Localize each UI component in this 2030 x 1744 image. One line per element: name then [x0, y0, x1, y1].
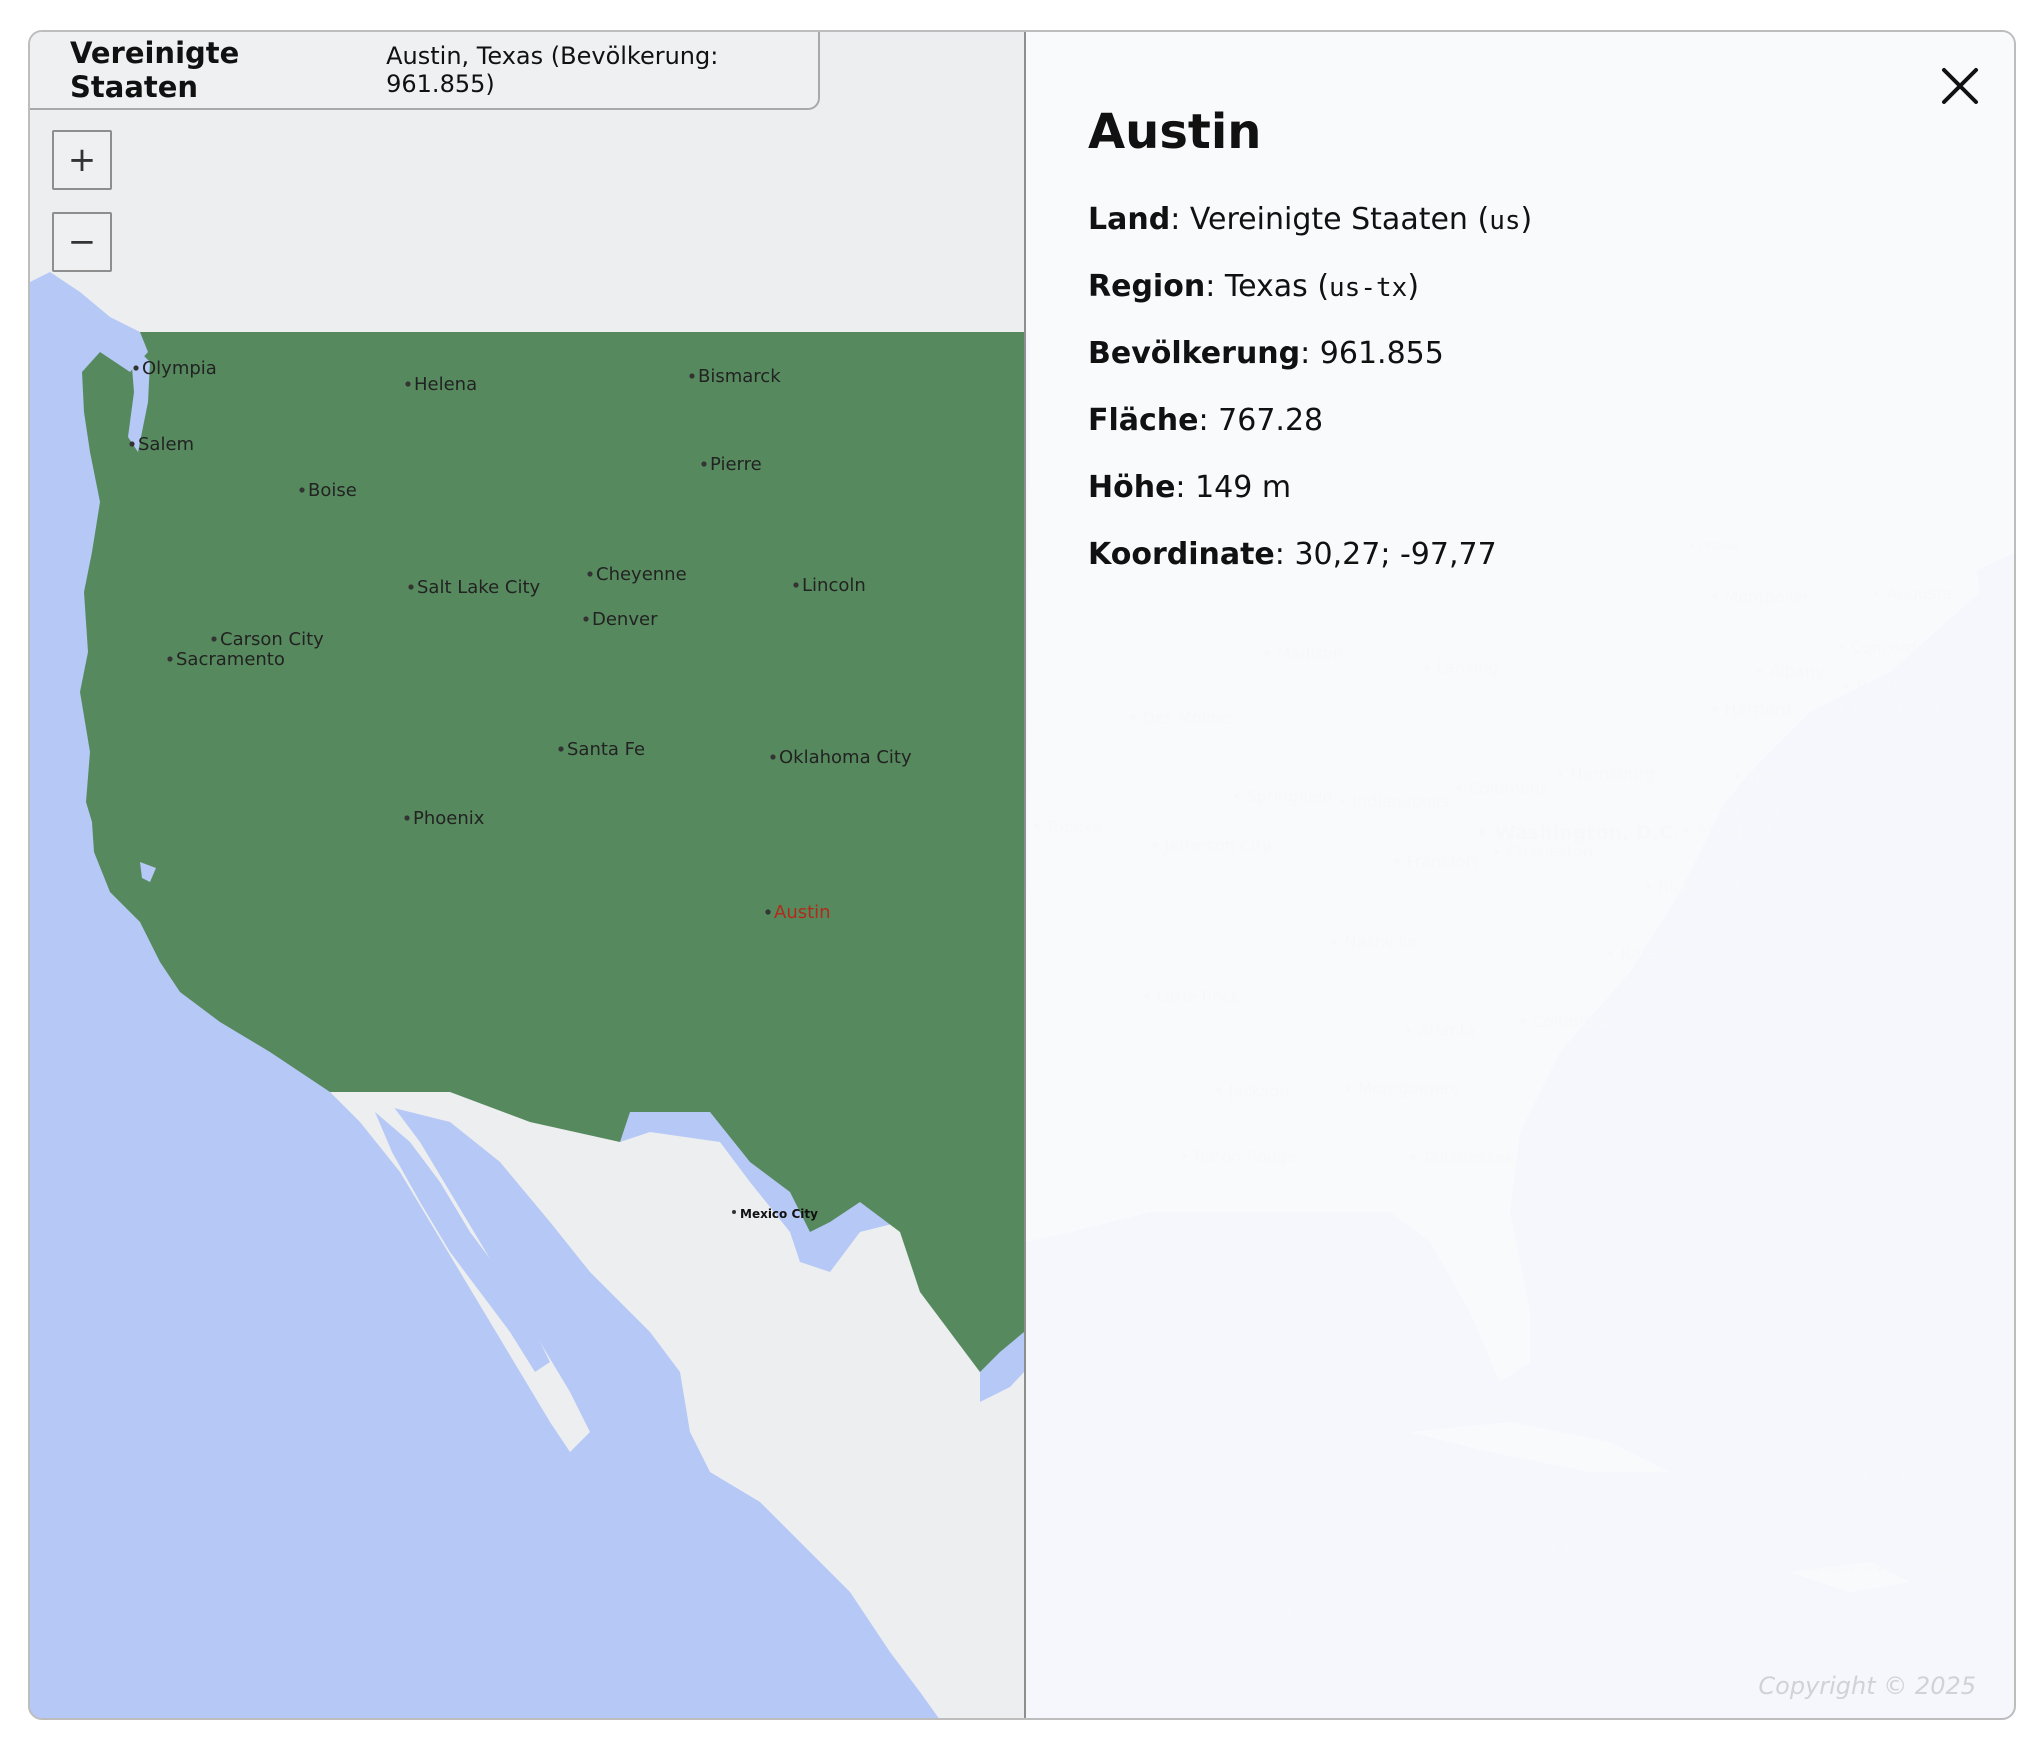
city-dot-lincoln[interactable]	[793, 582, 799, 588]
city-label-lincoln[interactable]: Lincoln	[802, 575, 866, 596]
city-dot-salt-lake-city[interactable]	[408, 584, 414, 590]
city-label-carson-city[interactable]: Carson City	[220, 629, 324, 650]
map-title-bar: Vereinigte Staaten Austin, Texas (Bevölk…	[30, 32, 820, 110]
info-region-label: Region	[1088, 269, 1206, 304]
info-area-label: Fläche	[1088, 403, 1199, 438]
city-dot-mexico-city[interactable]	[732, 1210, 736, 1214]
city-label-phoenix[interactable]: Phoenix	[413, 808, 485, 829]
city-dot-helena[interactable]	[405, 381, 411, 387]
city-label-helena[interactable]: Helena	[414, 374, 477, 395]
city-label-pierre[interactable]: Pierre	[710, 454, 762, 475]
info-coordinate-value: 30,27; -97,77	[1294, 537, 1497, 572]
info-coordinate-row: Koordinate: 30,27; -97,77	[1088, 537, 1497, 572]
info-elevation-value: 149 m	[1195, 470, 1292, 505]
city-dot-sacramento[interactable]	[167, 656, 173, 662]
city-heading: Austin	[1088, 104, 1262, 160]
info-population-row: Bevölkerung: 961.855	[1088, 336, 1444, 371]
close-icon[interactable]	[1936, 62, 1984, 110]
city-dot-denver[interactable]	[583, 616, 589, 622]
city-label-oklahoma-city[interactable]: Oklahoma City	[779, 747, 912, 768]
city-label-boise[interactable]: Boise	[308, 480, 357, 501]
info-region-row: Region: Texas (us-tx)	[1088, 269, 1420, 304]
city-label-cheyenne[interactable]: Cheyenne	[596, 564, 687, 585]
city-dot-oklahoma-city[interactable]	[770, 754, 776, 760]
city-label-santa-fe[interactable]: Santa Fe	[567, 739, 645, 760]
info-population-label: Bevölkerung	[1088, 336, 1301, 371]
city-dot-austin[interactable]	[765, 909, 771, 915]
info-country-value: Vereinigte Staaten	[1189, 202, 1468, 237]
info-area-row: Fläche: 767.28	[1088, 403, 1324, 438]
city-dot-phoenix[interactable]	[404, 815, 410, 821]
city-info-panel: Austin Land: Vereinigte Staaten (us) Reg…	[1024, 32, 2014, 1718]
copyright-notice: Copyright © 2025	[1758, 1672, 1976, 1700]
zoom-out-button[interactable]: −	[52, 212, 112, 272]
city-label-denver[interactable]: Denver	[592, 609, 658, 630]
city-dot-salem[interactable]	[129, 441, 135, 447]
city-label-salt-lake-city[interactable]: Salt Lake City	[417, 577, 541, 598]
info-country-code: us	[1489, 206, 1521, 236]
info-country-label: Land	[1088, 202, 1171, 237]
city-dot-pierre[interactable]	[701, 461, 707, 467]
city-label-olympia[interactable]: Olympia	[142, 358, 217, 379]
info-country-row: Land: Vereinigte Staaten (us)	[1088, 202, 1533, 237]
info-region-code: us-tx	[1329, 273, 1408, 303]
city-dot-bismarck[interactable]	[689, 373, 695, 379]
info-elevation-label: Höhe	[1088, 470, 1176, 505]
city-label-salem[interactable]: Salem	[138, 434, 194, 455]
city-label-mexico-city[interactable]: Mexico City	[740, 1207, 818, 1221]
selected-city-subtitle: Austin, Texas (Bevölkerung: 961.855)	[386, 42, 719, 98]
city-dot-santa-fe[interactable]	[558, 746, 564, 752]
map-widget: Olympia Helena Bismarck Salem Pierre Boise Che…	[28, 30, 2016, 1720]
city-label-bismarck[interactable]: Bismarck	[698, 366, 781, 387]
city-dot-cheyenne[interactable]	[587, 571, 593, 577]
city-dot-carson-city[interactable]	[211, 636, 217, 642]
info-region-value: Texas	[1224, 269, 1308, 304]
city-dot-boise[interactable]	[299, 487, 305, 493]
info-elevation-row: Höhe: 149 m	[1088, 470, 1292, 505]
zoom-in-button[interactable]: +	[52, 130, 112, 190]
info-population-value: 961.855	[1319, 336, 1444, 371]
info-area-value: 767.28	[1218, 403, 1324, 438]
city-dot-olympia[interactable]	[133, 365, 139, 371]
info-coordinate-label: Koordinate	[1088, 537, 1275, 572]
city-label-sacramento[interactable]: Sacramento	[176, 649, 285, 670]
country-title: Vereinigte Staaten	[70, 36, 240, 104]
city-label-austin[interactable]: Austin	[774, 902, 831, 923]
